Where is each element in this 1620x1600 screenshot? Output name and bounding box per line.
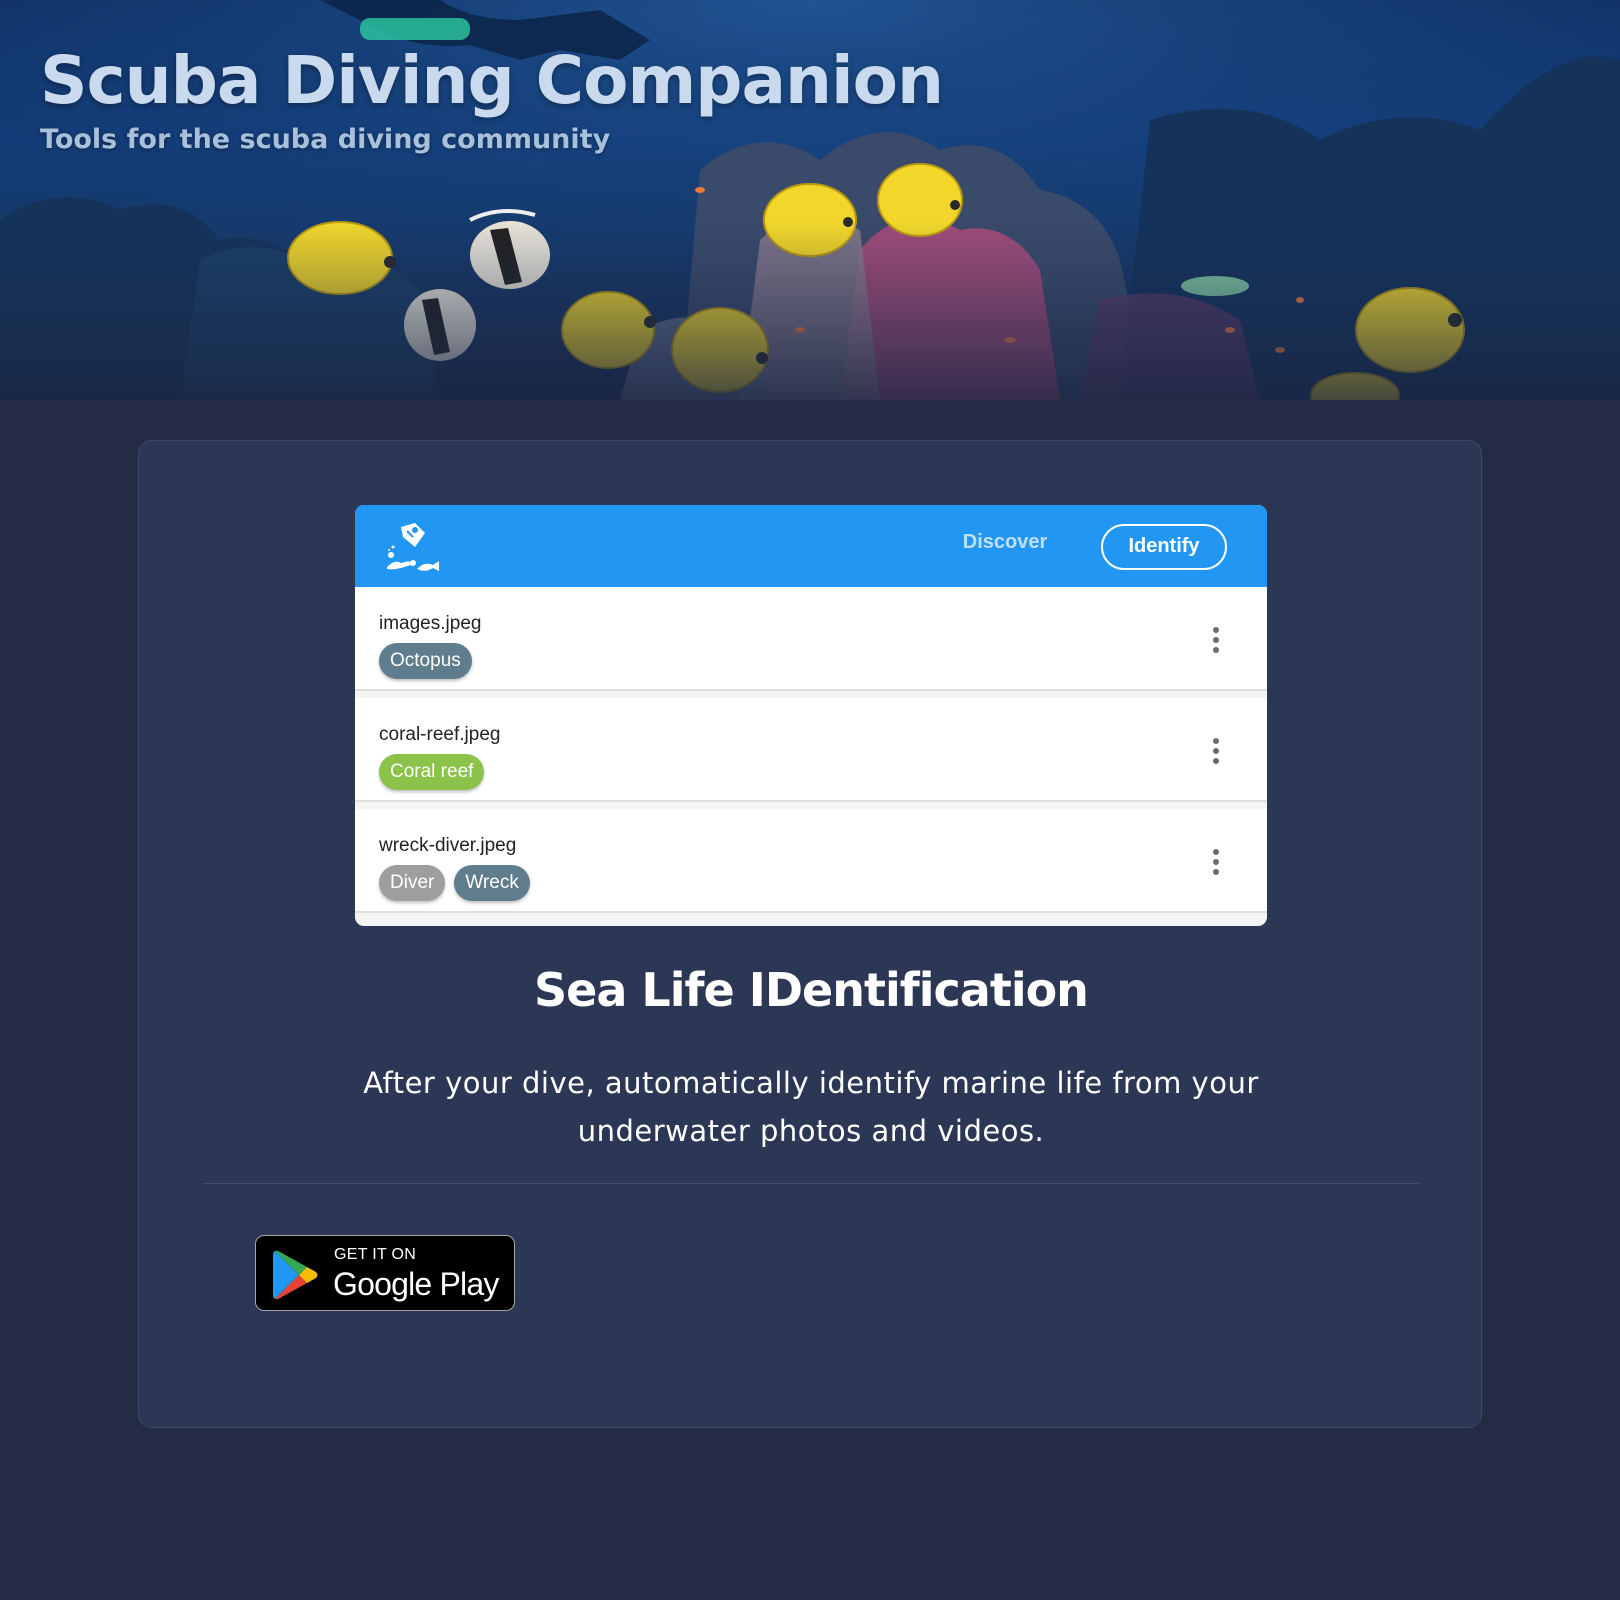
tag-list: Diver Wreck bbox=[379, 865, 530, 901]
tag-chip[interactable]: Wreck bbox=[454, 865, 530, 901]
badge-top-text: GET IT ON bbox=[334, 1246, 417, 1263]
site-subtitle: Tools for the scuba diving community bbox=[40, 124, 611, 155]
tab-identify[interactable]: Identify bbox=[1101, 524, 1227, 570]
file-name: coral-reef.jpeg bbox=[379, 724, 501, 745]
more-vertical-icon[interactable] bbox=[1207, 736, 1225, 766]
more-vertical-icon[interactable] bbox=[1207, 625, 1225, 655]
tab-discover[interactable]: Discover bbox=[955, 531, 1055, 554]
app-bar: Discover Identify bbox=[355, 505, 1267, 587]
tag-list: Coral reef bbox=[379, 754, 485, 790]
tag-list: Octopus bbox=[379, 643, 472, 679]
file-list-item[interactable]: wreck-diver.jpeg Diver Wreck bbox=[355, 809, 1267, 913]
badge-store-name: Google Play bbox=[333, 1266, 499, 1302]
google-play-icon bbox=[273, 1250, 318, 1300]
diver-tag-icon bbox=[387, 523, 439, 571]
feature-card: Discover Identify images.jpeg Octopus co… bbox=[138, 440, 1482, 1428]
tag-chip[interactable]: Coral reef bbox=[379, 754, 485, 790]
file-name: wreck-diver.jpeg bbox=[379, 835, 517, 856]
hero-banner: Scuba Diving Companion Tools for the scu… bbox=[0, 0, 1620, 400]
tag-chip[interactable]: Diver bbox=[379, 865, 446, 901]
file-name: images.jpeg bbox=[379, 613, 482, 634]
app-screenshot: Discover Identify images.jpeg Octopus co… bbox=[355, 505, 1267, 926]
site-title: Scuba Diving Companion bbox=[40, 42, 944, 119]
feature-title: Sea Life IDentification bbox=[534, 963, 1089, 1017]
divider bbox=[203, 1183, 1419, 1184]
file-list-item[interactable]: images.jpeg Octopus bbox=[355, 587, 1267, 691]
more-vertical-icon[interactable] bbox=[1207, 847, 1225, 877]
feature-description: After your dive, automatically identify … bbox=[363, 1066, 1259, 1148]
tag-chip[interactable]: Octopus bbox=[379, 643, 472, 679]
file-list-item[interactable]: coral-reef.jpeg Coral reef bbox=[355, 698, 1267, 802]
google-play-badge[interactable]: GET IT ON Google Play bbox=[255, 1235, 515, 1311]
